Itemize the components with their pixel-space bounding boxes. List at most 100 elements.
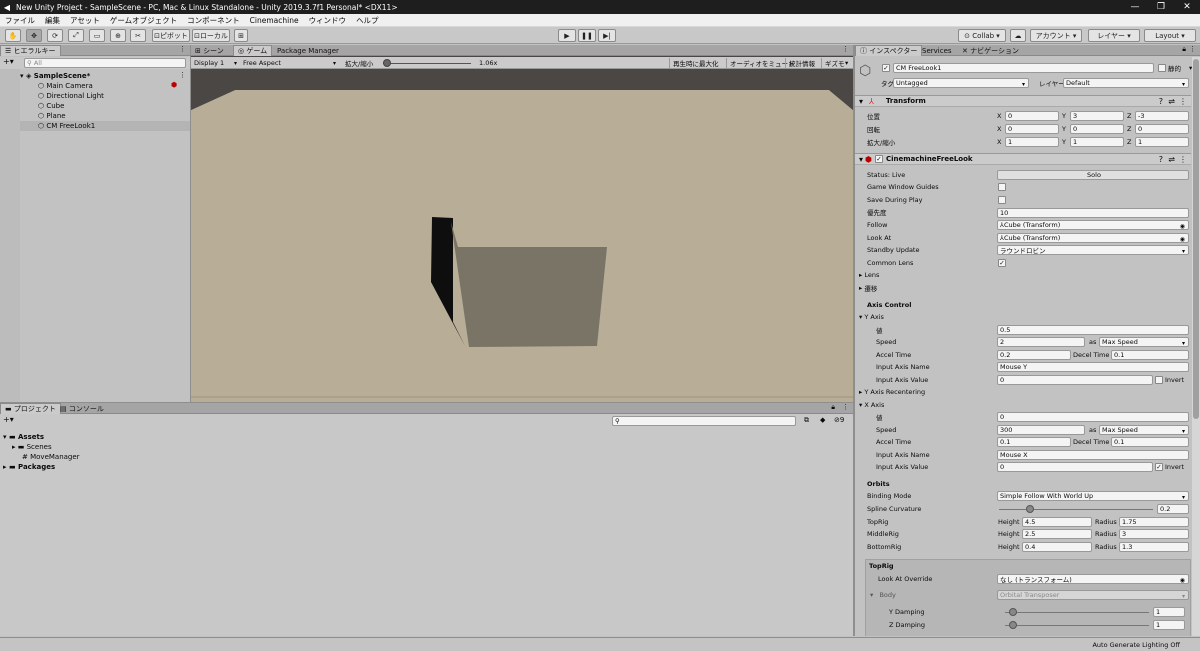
spline-slider-thumb[interactable] <box>1025 505 1034 513</box>
cloud-icon[interactable]: ☁ <box>1010 29 1026 42</box>
axis-z-label[interactable]: Z <box>1127 111 1131 121</box>
scale-y-field[interactable]: 1 <box>1070 137 1124 147</box>
y-speed-field[interactable]: 2 <box>997 337 1085 347</box>
menu-file[interactable]: ファイル <box>0 15 40 26</box>
standby-dropdown[interactable]: ラウンドロビン ▾ <box>997 245 1189 255</box>
tree-item-script[interactable]: # MoveManager <box>22 452 80 462</box>
y-axis-foldout[interactable]: ▾ Y Axis <box>859 312 884 322</box>
preset-icon[interactable]: ⇌ <box>1168 97 1175 106</box>
axis-x-label[interactable]: X <box>997 137 1001 147</box>
hierarchy-search-input[interactable]: ⚲ All <box>24 58 186 68</box>
y-speed-mode-dropdown[interactable]: Max Speed ▾ <box>1099 337 1189 347</box>
help-icon[interactable]: ? <box>1159 97 1163 106</box>
aspect-dropdown[interactable]: Free Aspect ▾ <box>243 58 339 68</box>
collab-button[interactable]: ⊙ Collab ▾ <box>958 29 1006 42</box>
x-speed-mode-dropdown[interactable]: Max Speed ▾ <box>1099 425 1189 435</box>
hierarchy-item[interactable]: ⬡ Plane <box>38 111 66 121</box>
y-decel-field[interactable]: 0.1 <box>1111 350 1189 360</box>
layer-dropdown[interactable]: Default ▾ <box>1063 78 1189 88</box>
lookat-field[interactable]: ⅄ Cube (Transform) ◉ <box>997 233 1189 243</box>
active-checkbox[interactable]: ✓ <box>882 64 890 72</box>
menu-help[interactable]: ヘルプ <box>351 15 384 26</box>
tab-console[interactable]: ▤ コンソール <box>56 403 108 414</box>
axis-y-label[interactable]: Y <box>1062 124 1066 134</box>
menu-window[interactable]: ウィンドウ <box>304 15 352 26</box>
create-plus-icon[interactable]: +▾ <box>3 57 14 66</box>
rotation-z-field[interactable]: 0 <box>1135 124 1189 134</box>
save-during-play-checkbox[interactable] <box>998 196 1006 204</box>
tab-package-manager[interactable]: Package Manager <box>273 45 343 56</box>
rotation-x-field[interactable]: 0 <box>1005 124 1059 134</box>
middlerig-radius-field[interactable]: 3 <box>1119 529 1189 539</box>
z-damping-field[interactable]: 1 <box>1153 620 1185 630</box>
position-y-field[interactable]: 3 <box>1070 111 1124 121</box>
tree-item-packages[interactable]: ▸ ▬ Packages <box>3 462 55 472</box>
layout-dropdown[interactable]: Layout ▾ <box>1144 29 1196 42</box>
axis-x-label[interactable]: X <box>997 111 1001 121</box>
x-axis-foldout[interactable]: ▾ X Axis <box>859 400 884 410</box>
scale-z-field[interactable]: 1 <box>1135 137 1189 147</box>
panel-menu-icon[interactable]: ⋮ <box>842 45 849 53</box>
create-plus-icon[interactable]: +▾ <box>3 415 14 424</box>
panel-divider[interactable] <box>853 45 855 636</box>
local-toggle[interactable]: ⊡ ローカル <box>192 29 230 42</box>
x-speed-field[interactable]: 300 <box>997 425 1085 435</box>
component-menu-icon[interactable]: ⋮ <box>1179 155 1187 164</box>
transitions-foldout[interactable]: ▸ 遷移 <box>859 283 877 293</box>
common-lens-checkbox[interactable]: ✓ <box>998 259 1006 267</box>
axis-y-label[interactable]: Y <box>1062 137 1066 147</box>
layers-dropdown[interactable]: レイヤー ▾ <box>1088 29 1140 42</box>
y-damping-field[interactable]: 1 <box>1153 607 1185 617</box>
hand-tool-icon[interactable]: ✋ <box>5 29 21 42</box>
transform-tool-icon[interactable]: ⊕ <box>110 29 126 42</box>
z-damping-slider-track[interactable] <box>1005 625 1149 626</box>
move-tool-icon[interactable]: ✥ <box>26 29 42 42</box>
tab-services[interactable]: Services <box>918 45 956 56</box>
preset-icon[interactable]: ⇌ <box>1168 155 1175 164</box>
axis-y-label[interactable]: Y <box>1062 111 1066 121</box>
hierarchy-item[interactable]: ⬡ Directional Light <box>38 91 104 101</box>
x-input-value-field[interactable]: 0 <box>997 462 1153 472</box>
toprig-height-field[interactable]: 4.5 <box>1022 517 1092 527</box>
tab-game[interactable]: ◎ ゲーム <box>233 45 273 56</box>
x-decel-field[interactable]: 0.1 <box>1111 437 1189 447</box>
tab-project[interactable]: ▬ プロジェクト <box>0 403 61 414</box>
y-input-value-field[interactable]: 0 <box>997 375 1153 385</box>
scale-slider-thumb[interactable] <box>383 59 392 67</box>
solo-button[interactable]: Solo <box>997 170 1189 180</box>
scale-tool-icon[interactable]: ⤢ <box>68 29 84 42</box>
menu-cinemachine[interactable]: Cinemachine <box>245 16 304 25</box>
body-dropdown[interactable]: Orbital Transposer ▾ <box>997 590 1189 600</box>
display-dropdown[interactable]: Display 1 ▾ <box>194 58 240 68</box>
tag-dropdown[interactable]: Untagged ▾ <box>893 78 1029 88</box>
play-button[interactable]: ▶ <box>558 29 576 42</box>
object-name-field[interactable]: CM FreeLook1 <box>893 63 1154 73</box>
y-accel-field[interactable]: 0.2 <box>997 350 1071 360</box>
menu-component[interactable]: コンポーネント <box>182 15 245 26</box>
gizmos-dropdown-icon[interactable]: ▾ <box>845 58 848 68</box>
pivot-toggle[interactable]: ⊡ ピボット <box>152 29 190 42</box>
binding-mode-dropdown[interactable]: Simple Follow With World Up ▾ <box>997 491 1189 501</box>
component-enabled-checkbox[interactable]: ✓ <box>875 155 883 163</box>
bottomrig-height-field[interactable]: 0.4 <box>1022 542 1092 552</box>
tab-hierarchy[interactable]: ☰ ヒエラルキー <box>0 45 61 56</box>
spline-curvature-field[interactable]: 0.2 <box>1157 504 1189 514</box>
maximize-icon[interactable]: ❐ <box>1148 0 1174 14</box>
close-icon[interactable]: ✕ <box>1174 0 1200 14</box>
axis-z-label[interactable]: Z <box>1127 124 1131 134</box>
bottomrig-radius-field[interactable]: 1.3 <box>1119 542 1189 552</box>
x-value-field[interactable]: 0 <box>997 412 1189 422</box>
axis-x-label[interactable]: X <box>997 124 1001 134</box>
scene-menu-icon[interactable]: ⋮ <box>179 71 186 79</box>
lock-icon[interactable]: 🔒︎ <box>831 403 835 412</box>
rect-tool-icon[interactable]: ▭ <box>89 29 105 42</box>
spline-slider-track[interactable] <box>999 509 1153 510</box>
filter-label-icon[interactable]: ◆ <box>820 416 825 424</box>
object-picker-icon[interactable]: ◉ <box>1180 234 1185 243</box>
lookat-override-field[interactable]: なし (トランスフォーム) ◉ <box>997 574 1189 584</box>
menu-assets[interactable]: アセット <box>65 15 105 26</box>
y-invert-checkbox[interactable] <box>1155 376 1163 384</box>
transform-header[interactable]: ▾ ⅄ Transform ? ⇌ ⋮ <box>855 95 1191 107</box>
follow-field[interactable]: ⅄ Cube (Transform) ◉ <box>997 220 1189 230</box>
hierarchy-item-selected[interactable]: ⬡ CM FreeLook1 <box>20 121 190 131</box>
